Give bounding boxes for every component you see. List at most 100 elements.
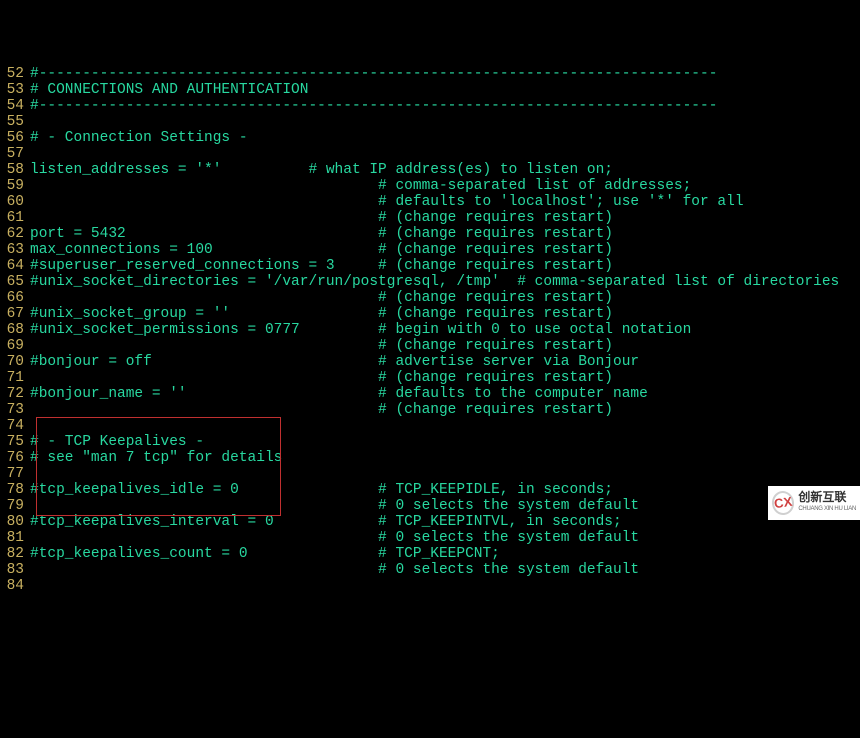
watermark-logo-icon: CX bbox=[770, 490, 796, 517]
line-content[interactable]: #bonjour_name = '' # defaults to the com… bbox=[30, 386, 860, 402]
code-line[interactable]: 75# - TCP Keepalives - bbox=[0, 434, 860, 450]
line-number: 80 bbox=[0, 514, 30, 530]
line-content[interactable]: # CONNECTIONS AND AUTHENTICATION bbox=[30, 82, 860, 98]
line-number: 57 bbox=[0, 146, 30, 162]
line-content[interactable]: max_connections = 100 # (change requires… bbox=[30, 242, 860, 258]
code-line[interactable]: 73 # (change requires restart) bbox=[0, 402, 860, 418]
code-line[interactable]: 52#-------------------------------------… bbox=[0, 66, 860, 82]
line-number: 81 bbox=[0, 530, 30, 546]
code-line[interactable]: 56# - Connection Settings - bbox=[0, 130, 860, 146]
watermark-line2: CHUANG XIN HU LIAN bbox=[798, 503, 856, 515]
line-content[interactable] bbox=[30, 418, 860, 434]
code-line[interactable]: 58listen_addresses = '*' # what IP addre… bbox=[0, 162, 860, 178]
line-content[interactable]: # - Connection Settings - bbox=[30, 130, 860, 146]
line-content[interactable]: #tcp_keepalives_interval = 0 # TCP_KEEPI… bbox=[30, 514, 860, 530]
code-line[interactable]: 53# CONNECTIONS AND AUTHENTICATION bbox=[0, 82, 860, 98]
code-line[interactable]: 54#-------------------------------------… bbox=[0, 98, 860, 114]
line-content[interactable]: #---------------------------------------… bbox=[30, 66, 860, 82]
line-content[interactable]: # 0 selects the system default bbox=[30, 562, 860, 578]
line-content[interactable]: #---------------------------------------… bbox=[30, 98, 860, 114]
line-number: 77 bbox=[0, 466, 30, 482]
line-content[interactable] bbox=[30, 466, 860, 482]
line-number: 61 bbox=[0, 210, 30, 226]
code-line[interactable]: 80#tcp_keepalives_interval = 0 # TCP_KEE… bbox=[0, 514, 860, 530]
line-content[interactable]: port = 5432 # (change requires restart) bbox=[30, 226, 860, 242]
line-number: 83 bbox=[0, 562, 30, 578]
code-line[interactable]: 78#tcp_keepalives_idle = 0 # TCP_KEEPIDL… bbox=[0, 482, 860, 498]
line-number: 78 bbox=[0, 482, 30, 498]
line-number: 60 bbox=[0, 194, 30, 210]
line-content[interactable]: #unix_socket_directories = '/var/run/pos… bbox=[30, 274, 860, 290]
watermark-badge: CX 创新互联 CHUANG XIN HU LIAN bbox=[768, 486, 860, 520]
code-line[interactable]: 65#unix_socket_directories = '/var/run/p… bbox=[0, 274, 860, 290]
line-content[interactable]: # (change requires restart) bbox=[30, 402, 860, 418]
code-line[interactable]: 77 bbox=[0, 466, 860, 482]
code-line[interactable]: 66 # (change requires restart) bbox=[0, 290, 860, 306]
line-number: 79 bbox=[0, 498, 30, 514]
line-number: 55 bbox=[0, 114, 30, 130]
code-line[interactable]: 79 # 0 selects the system default bbox=[0, 498, 860, 514]
line-number: 70 bbox=[0, 354, 30, 370]
watermark-text: 创新互联 CHUANG XIN HU LIAN bbox=[798, 491, 856, 515]
line-content[interactable]: # (change requires restart) bbox=[30, 338, 860, 354]
code-line[interactable]: 55 bbox=[0, 114, 860, 130]
code-line[interactable]: 82#tcp_keepalives_count = 0 # TCP_KEEPCN… bbox=[0, 546, 860, 562]
code-line[interactable]: 67#unix_socket_group = '' # (change requ… bbox=[0, 306, 860, 322]
line-number: 74 bbox=[0, 418, 30, 434]
line-number: 62 bbox=[0, 226, 30, 242]
line-content[interactable]: #unix_socket_group = '' # (change requir… bbox=[30, 306, 860, 322]
code-line[interactable]: 60 # defaults to 'localhost'; use '*' fo… bbox=[0, 194, 860, 210]
line-content[interactable]: # (change requires restart) bbox=[30, 210, 860, 226]
code-line[interactable]: 59 # comma-separated list of addresses; bbox=[0, 178, 860, 194]
line-number: 58 bbox=[0, 162, 30, 178]
code-line[interactable]: 61 # (change requires restart) bbox=[0, 210, 860, 226]
code-line[interactable]: 81 # 0 selects the system default bbox=[0, 530, 860, 546]
code-line[interactable]: 70#bonjour = off # advertise server via … bbox=[0, 354, 860, 370]
line-number: 82 bbox=[0, 546, 30, 562]
line-number: 56 bbox=[0, 130, 30, 146]
line-content[interactable]: # defaults to 'localhost'; use '*' for a… bbox=[30, 194, 860, 210]
code-line[interactable]: 68#unix_socket_permissions = 0777 # begi… bbox=[0, 322, 860, 338]
code-line[interactable]: 74 bbox=[0, 418, 860, 434]
code-line[interactable]: 71 # (change requires restart) bbox=[0, 370, 860, 386]
line-content[interactable]: # (change requires restart) bbox=[30, 370, 860, 386]
code-line[interactable]: 84 bbox=[0, 578, 860, 594]
line-number: 54 bbox=[0, 98, 30, 114]
line-number: 59 bbox=[0, 178, 30, 194]
line-number: 66 bbox=[0, 290, 30, 306]
line-content[interactable]: #superuser_reserved_connections = 3 # (c… bbox=[30, 258, 860, 274]
line-content[interactable]: #unix_socket_permissions = 0777 # begin … bbox=[30, 322, 860, 338]
line-content[interactable] bbox=[30, 114, 860, 130]
code-line[interactable]: 63max_connections = 100 # (change requir… bbox=[0, 242, 860, 258]
line-number: 71 bbox=[0, 370, 30, 386]
code-line[interactable]: 72#bonjour_name = '' # defaults to the c… bbox=[0, 386, 860, 402]
line-content[interactable]: # 0 selects the system default bbox=[30, 498, 860, 514]
line-number: 84 bbox=[0, 578, 30, 594]
line-content[interactable]: #tcp_keepalives_count = 0 # TCP_KEEPCNT; bbox=[30, 546, 860, 562]
line-content[interactable] bbox=[30, 578, 860, 594]
watermark-line1: 创新互联 bbox=[798, 491, 856, 503]
code-line[interactable]: 64#superuser_reserved_connections = 3 # … bbox=[0, 258, 860, 274]
code-line[interactable]: 62port = 5432 # (change requires restart… bbox=[0, 226, 860, 242]
line-number: 72 bbox=[0, 386, 30, 402]
line-number: 63 bbox=[0, 242, 30, 258]
line-number: 73 bbox=[0, 402, 30, 418]
line-content[interactable]: #bonjour = off # advertise server via Bo… bbox=[30, 354, 860, 370]
code-line[interactable]: 76# see "man 7 tcp" for details bbox=[0, 450, 860, 466]
line-content[interactable]: # comma-separated list of addresses; bbox=[30, 178, 860, 194]
line-content[interactable]: # - TCP Keepalives - bbox=[30, 434, 860, 450]
code-editor[interactable]: 52#-------------------------------------… bbox=[0, 64, 860, 594]
line-number: 69 bbox=[0, 338, 30, 354]
line-content[interactable]: #tcp_keepalives_idle = 0 # TCP_KEEPIDLE,… bbox=[30, 482, 860, 498]
line-number: 52 bbox=[0, 66, 30, 82]
line-content[interactable]: listen_addresses = '*' # what IP address… bbox=[30, 162, 860, 178]
line-content[interactable] bbox=[30, 146, 860, 162]
line-content[interactable]: # (change requires restart) bbox=[30, 290, 860, 306]
code-line[interactable]: 69 # (change requires restart) bbox=[0, 338, 860, 354]
line-number: 65 bbox=[0, 274, 30, 290]
line-number: 75 bbox=[0, 434, 30, 450]
code-line[interactable]: 83 # 0 selects the system default bbox=[0, 562, 860, 578]
line-content[interactable]: # see "man 7 tcp" for details bbox=[30, 450, 860, 466]
line-content[interactable]: # 0 selects the system default bbox=[30, 530, 860, 546]
code-line[interactable]: 57 bbox=[0, 146, 860, 162]
